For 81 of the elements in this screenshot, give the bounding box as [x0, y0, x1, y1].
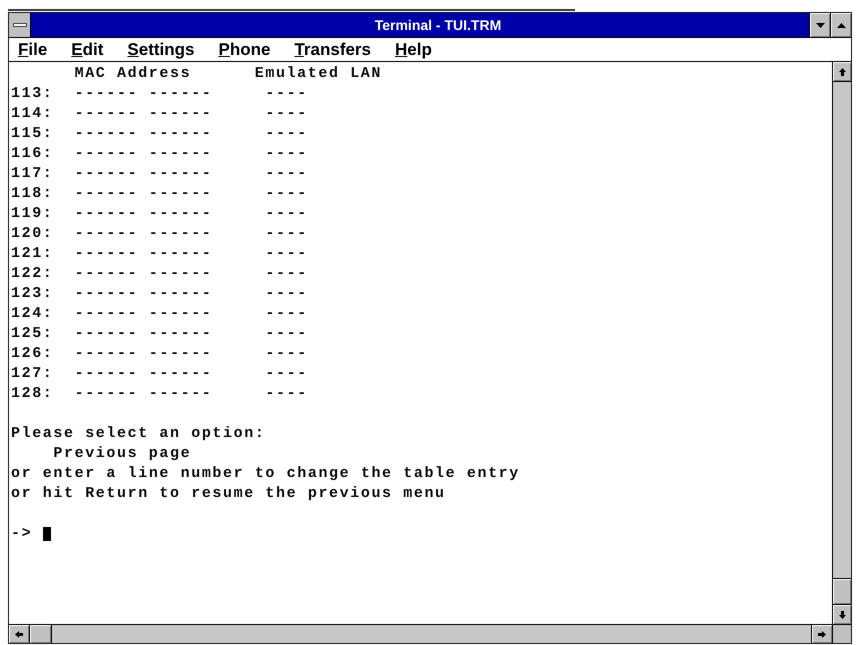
mac-address-value: ------ ------: [74, 324, 212, 344]
mac-address-value: ------ ------: [74, 84, 212, 104]
scroll-thumb[interactable]: [30, 625, 52, 643]
scroll-up-button[interactable]: [833, 62, 851, 82]
mac-address-value: ------ ------: [74, 264, 212, 284]
scroll-left-button[interactable]: [9, 625, 30, 643]
line-number: 121:: [11, 244, 54, 264]
emulated-lan-value: ----: [265, 284, 308, 304]
mac-address-value: ------ ------: [74, 284, 212, 304]
mac-address-value: ------ ------: [74, 204, 212, 224]
arrow-right-icon: [818, 630, 826, 638]
emulated-lan-value: ----: [265, 384, 308, 404]
mac-address-value: ------ ------: [74, 164, 212, 184]
emulated-lan-value: ----: [265, 244, 308, 264]
scroll-thumb[interactable]: [833, 578, 851, 604]
arrow-up-icon: [838, 68, 846, 76]
vertical-scrollbar[interactable]: [832, 62, 851, 624]
line-number: 119:: [11, 204, 54, 224]
emulated-lan-value: ----: [265, 364, 308, 384]
mac-address-value: ------ ------: [74, 384, 212, 404]
scroll-right-button[interactable]: [811, 625, 832, 643]
menu-item[interactable]: Settings: [124, 40, 198, 60]
system-menu-button[interactable]: [9, 13, 31, 37]
menu-item[interactable]: Phone: [216, 40, 274, 60]
emulated-lan-value: ----: [265, 264, 308, 284]
emulated-lan-value: ----: [265, 144, 308, 164]
line-number: 122:: [11, 264, 54, 284]
mac-address-value: ------ ------: [74, 244, 212, 264]
emulated-lan-value: ----: [265, 124, 308, 144]
mac-address-value: ------ ------: [74, 344, 212, 364]
instruction-text: or hit Return to resume the previous menu: [11, 484, 446, 504]
emulated-lan-value: ----: [265, 324, 308, 344]
menu-option: Previous page: [53, 444, 192, 464]
dash-icon: [12, 23, 26, 27]
column-header: MAC Address: [74, 64, 192, 84]
emulated-lan-value: ----: [265, 344, 308, 364]
emulated-lan-value: ----: [265, 164, 308, 184]
line-number: 113:: [11, 84, 54, 104]
line-number: 124:: [11, 304, 54, 324]
line-number: 118:: [11, 184, 54, 204]
mac-address-value: ------ ------: [74, 124, 212, 144]
arrow-down-icon: [838, 610, 846, 618]
line-number: 126:: [11, 344, 54, 364]
line-number: 115:: [11, 124, 54, 144]
maximize-button[interactable]: [830, 13, 851, 37]
menu-item[interactable]: Transfers: [291, 40, 374, 60]
line-number: 123:: [11, 284, 54, 304]
horizontal-scrollbar[interactable]: [9, 625, 832, 643]
window-title: Terminal - TUI.TRM: [374, 17, 502, 33]
mac-address-value: ------ ------: [74, 304, 212, 324]
menu-item[interactable]: File: [15, 40, 50, 60]
line-number: 125:: [11, 324, 54, 344]
emulated-lan-value: ----: [265, 224, 308, 244]
emulated-lan-value: ----: [265, 184, 308, 204]
mac-address-value: ------ ------: [74, 224, 212, 244]
instruction-text: or enter a line number to change the table entry: [11, 464, 520, 484]
line-number: 117:: [11, 164, 54, 184]
emulated-lan-value: ----: [265, 104, 308, 124]
line-number: 127:: [11, 364, 54, 384]
caret-up-icon: [836, 22, 846, 28]
arrow-left-icon: [15, 630, 23, 638]
line-number: 128:: [11, 384, 54, 404]
line-number: 120:: [11, 224, 54, 244]
prompt-message: Please select an option:: [11, 424, 266, 444]
menu-item[interactable]: Edit: [68, 40, 106, 60]
command-prompt: ->: [11, 524, 32, 544]
mac-address-value: ------ ------: [74, 144, 212, 164]
scroll-down-button[interactable]: [833, 604, 851, 624]
mac-address-value: ------ ------: [74, 184, 212, 204]
menu-item[interactable]: Help: [392, 40, 435, 60]
minimize-button[interactable]: [809, 13, 830, 37]
line-number: 114:: [11, 104, 54, 124]
emulated-lan-value: ----: [265, 304, 308, 324]
cursor-icon: [42, 527, 51, 541]
mac-address-value: ------ ------: [74, 364, 212, 384]
mac-address-value: ------ ------: [74, 104, 212, 124]
caret-down-icon: [816, 22, 824, 28]
column-header: Emulated LAN: [254, 64, 382, 84]
emulated-lan-value: ----: [265, 84, 308, 104]
emulated-lan-value: ----: [265, 204, 308, 224]
line-number: 116:: [11, 144, 54, 164]
